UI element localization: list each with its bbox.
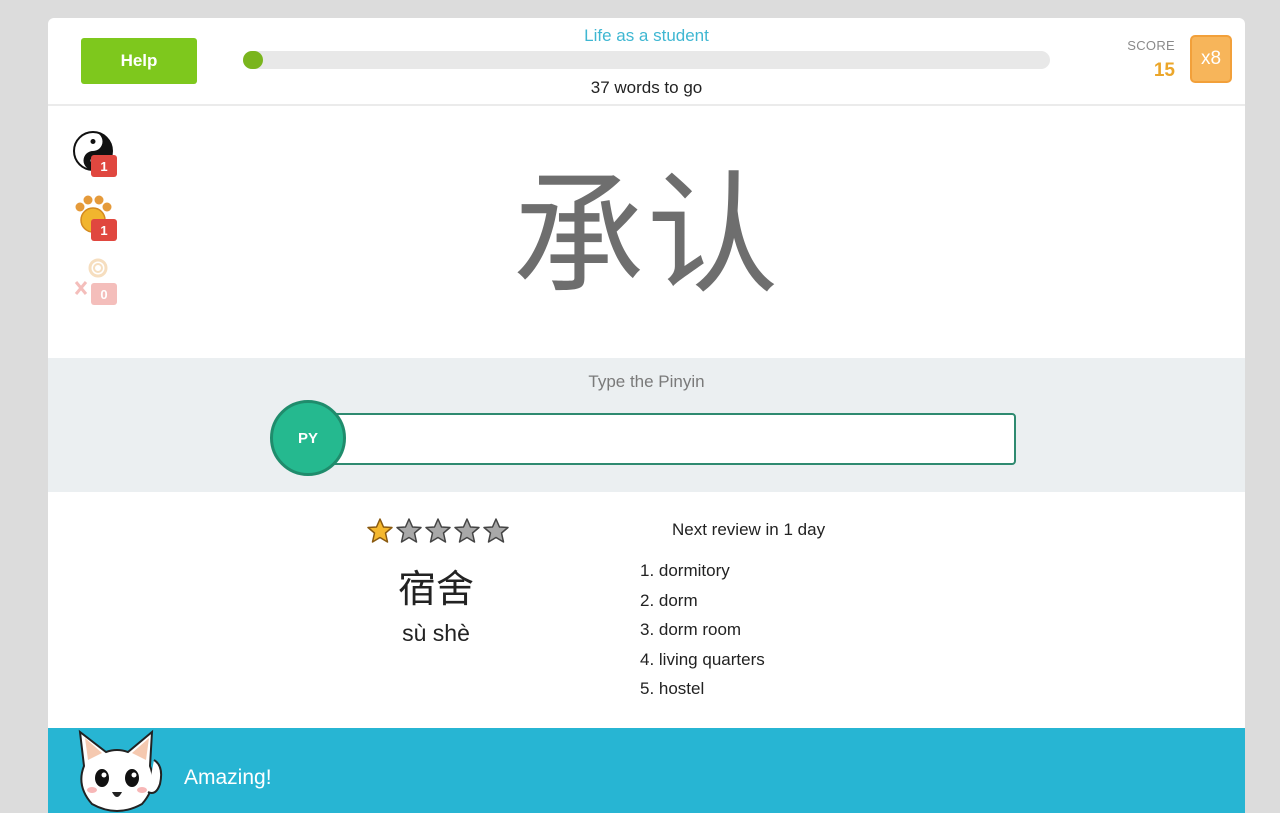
session-card: Help Life as a student 37 words to go SC… xyxy=(48,18,1245,813)
star-empty-icon xyxy=(425,518,451,543)
pinyin-input[interactable] xyxy=(320,413,1016,465)
previous-word-characters: 宿舍 xyxy=(397,567,474,611)
previous-word-pinyin: sù shè xyxy=(402,620,470,646)
list-item: 3. dorm room xyxy=(640,620,742,639)
list-item: 4. living quarters xyxy=(640,649,765,669)
multiplier-badge: x8 xyxy=(1190,35,1232,83)
feedback-message: Amazing! xyxy=(184,766,272,789)
input-hint: Type the Pinyin xyxy=(588,372,705,391)
progress-fill xyxy=(243,51,263,69)
answer-area: Type the Pinyin PY xyxy=(48,358,1245,492)
lesson-title: Life as a student xyxy=(584,26,709,45)
star-empty-icon xyxy=(483,518,509,543)
list-item: 2. dorm xyxy=(640,590,698,610)
progress-bar xyxy=(243,51,1050,69)
meanings-list: 1. dormitory 2. dorm 3. dorm room 4. liv… xyxy=(640,556,765,704)
words-remaining: 37 words to go xyxy=(590,78,703,97)
feedback-bar: Amazing! xyxy=(48,728,1245,813)
star-empty-icon xyxy=(454,518,480,543)
cat-mascot-icon xyxy=(78,729,163,812)
score-label: SCORE xyxy=(1127,38,1175,53)
score-value: 15 xyxy=(1153,60,1175,81)
next-review: Next review in 1 day xyxy=(672,520,826,539)
rating-stars xyxy=(366,517,510,545)
input-mode-badge: PY xyxy=(270,400,346,476)
star-filled-icon xyxy=(367,518,393,543)
list-item: 5. hostel xyxy=(640,679,705,698)
star-empty-icon xyxy=(396,518,422,543)
list-item: 1. dormitory xyxy=(640,561,730,580)
header: Help Life as a student 37 words to go SC… xyxy=(48,18,1245,106)
prompt-characters: 承认 xyxy=(512,159,781,313)
